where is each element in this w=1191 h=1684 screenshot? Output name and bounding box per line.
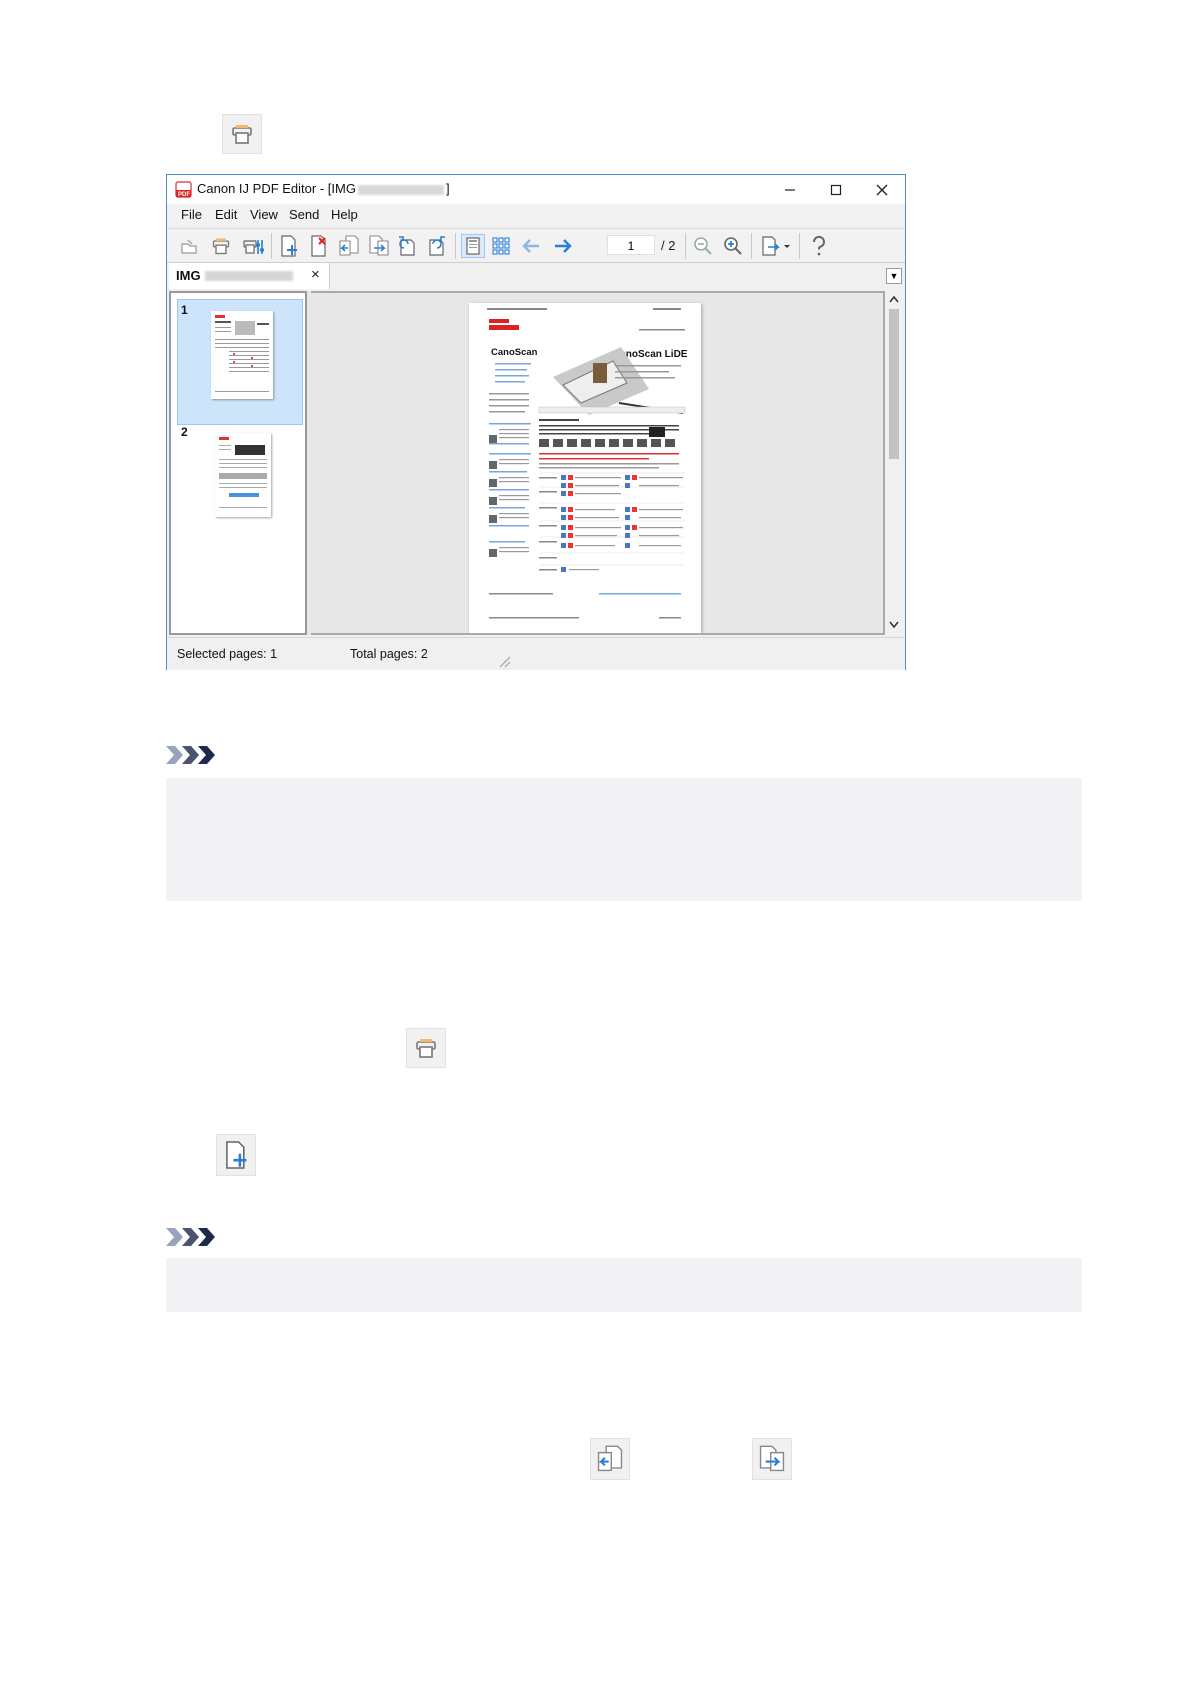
scanner-settings-icon: [243, 240, 264, 254]
pdf-editor-window: PDF Canon IJ PDF Editor - [IMG] File Edi…: [166, 174, 906, 670]
delete-page-button[interactable]: [307, 234, 331, 258]
thumbnail-page-1[interactable]: [211, 311, 273, 399]
tab-list-dropdown[interactable]: ▼: [886, 268, 902, 284]
tab-close-icon[interactable]: ×: [311, 266, 320, 283]
scanner-icon: [222, 114, 262, 154]
arrow-right-icon: [555, 239, 572, 253]
note-chevrons-icon: [166, 746, 215, 764]
minimize-button[interactable]: [767, 175, 813, 204]
help-button[interactable]: [807, 234, 831, 258]
zoom-out-button[interactable]: [691, 234, 715, 258]
page-number-input[interactable]: 1: [607, 235, 655, 255]
document-tab-label: IMG: [176, 268, 201, 283]
scan-settings-button[interactable]: [241, 234, 265, 258]
rotate-right-button[interactable]: [425, 234, 449, 258]
maximize-button[interactable]: [813, 175, 859, 204]
move-page-after-icon: [752, 1438, 792, 1480]
preview-page: CanoScan CanoScan LiDE: [469, 303, 701, 633]
add-page-icon: [216, 1134, 256, 1176]
single-page-view-button[interactable]: [461, 234, 485, 258]
menu-help[interactable]: Help: [331, 207, 358, 222]
menu-send[interactable]: Send: [289, 207, 319, 222]
zoom-in-button[interactable]: [721, 234, 745, 258]
rotate-left-icon: [399, 236, 415, 256]
help-icon: [812, 235, 825, 256]
status-bar: Selected pages: 1 Total pages: 2: [167, 637, 905, 670]
title-bar: PDF Canon IJ PDF Editor - [IMG]: [167, 175, 905, 204]
zoom-out-icon: [694, 237, 712, 255]
total-pages-status: Total pages: 2: [350, 647, 428, 661]
preview-scrollbar[interactable]: [885, 291, 903, 635]
thumbnail-page-2[interactable]: [215, 433, 271, 517]
note-chevrons-icon: [166, 1228, 215, 1246]
minimize-icon: [785, 188, 795, 191]
move-page-before-button[interactable]: [337, 234, 361, 258]
menu-file[interactable]: File: [181, 207, 202, 222]
move-page-before-icon: [339, 235, 359, 256]
grid-view-icon: [492, 237, 510, 255]
scroll-up-icon[interactable]: [889, 295, 899, 303]
scanner-icon: [406, 1028, 446, 1068]
close-icon: [876, 184, 888, 195]
page-preview-area: CanoScan CanoScan LiDE: [311, 291, 885, 635]
document-tab-bar: IMG × ▼: [167, 262, 905, 289]
menu-bar: File Edit View Send Help: [167, 204, 905, 226]
send-menu-button[interactable]: [759, 234, 793, 258]
open-button[interactable]: [177, 234, 201, 258]
selected-pages-status: Selected pages: 1: [177, 647, 278, 661]
move-page-after-button[interactable]: [367, 234, 391, 258]
toolbar: 1 / 2: [167, 228, 905, 262]
scroll-down-icon[interactable]: [889, 621, 899, 629]
thumbnail-view-button[interactable]: [489, 234, 513, 258]
scan-button[interactable]: [209, 234, 233, 258]
maximize-icon: [830, 184, 842, 195]
send-page-icon: [762, 236, 790, 256]
arrow-left-icon: [522, 239, 539, 253]
thumbnail-number: 2: [181, 425, 188, 439]
document-tab[interactable]: IMG ×: [169, 263, 330, 289]
zoom-in-icon: [724, 237, 742, 255]
page-thumbnail-image: [219, 437, 267, 508]
window-title: Canon IJ PDF Editor - [IMG]: [197, 181, 450, 196]
pdf-app-icon: PDF: [175, 181, 192, 198]
preview-page-content: CanoScan CanoScan LiDE: [487, 308, 688, 619]
svg-text:PDF: PDF: [178, 192, 190, 198]
note-box: [166, 778, 1082, 901]
delete-page-icon: [311, 235, 326, 257]
close-button[interactable]: [859, 175, 905, 204]
scroll-thumb[interactable]: [889, 309, 899, 459]
next-page-button[interactable]: [551, 234, 575, 258]
menu-view[interactable]: View: [250, 207, 278, 222]
move-page-before-icon: [590, 1438, 630, 1480]
previous-page-button[interactable]: [519, 234, 543, 258]
open-icon: [181, 239, 197, 254]
page-thumbnail-image: [215, 315, 269, 392]
note-box: [166, 1258, 1082, 1312]
rotate-left-button[interactable]: [395, 234, 419, 258]
thumbnail-number: 1: [181, 303, 188, 317]
add-page-button[interactable]: [277, 234, 301, 258]
rotate-right-icon: [429, 236, 445, 256]
add-page-icon: [281, 235, 297, 257]
resize-grip-icon[interactable]: [497, 654, 511, 668]
thumbnail-pane: 1 2: [169, 291, 307, 635]
page-view-icon: [466, 237, 480, 255]
scanner-icon: [212, 238, 230, 255]
preview-title-left: CanoScan: [491, 347, 538, 358]
menu-edit[interactable]: Edit: [215, 207, 237, 222]
page-total-label: / 2: [661, 238, 676, 253]
move-page-after-icon: [369, 235, 389, 256]
